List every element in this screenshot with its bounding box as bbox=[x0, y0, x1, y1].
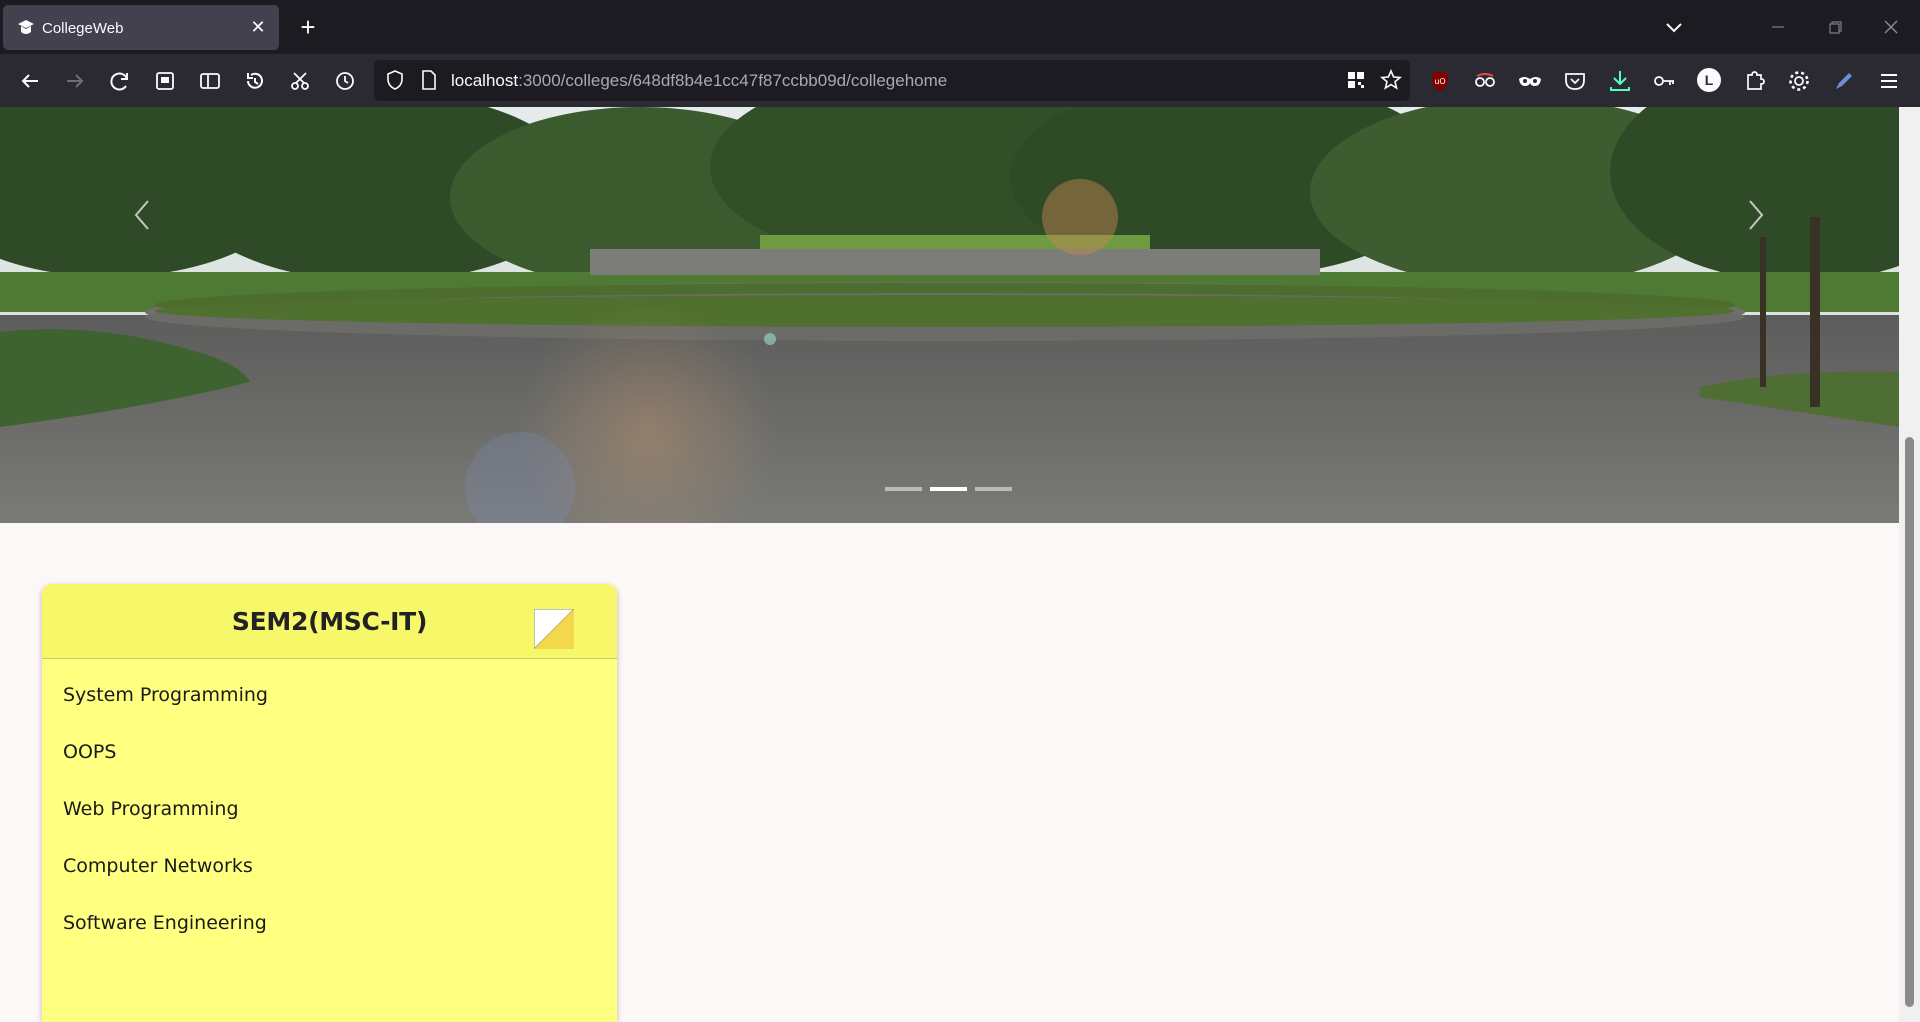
extensions-puzzle-icon[interactable] bbox=[1740, 67, 1768, 95]
campus-slide-image bbox=[0, 107, 1899, 523]
url-path: :3000/colleges/648df8b4e1cc47f87ccbb09d/… bbox=[518, 71, 948, 90]
url-bar[interactable]: localhost:3000/colleges/648df8b4e1cc47f8… bbox=[374, 60, 1410, 101]
subject-item[interactable]: System Programming bbox=[63, 684, 268, 741]
mask-icon[interactable] bbox=[1516, 67, 1544, 95]
close-window-icon[interactable] bbox=[1878, 14, 1904, 40]
key-icon[interactable] bbox=[1650, 67, 1678, 95]
svg-text:uO: uO bbox=[1434, 77, 1445, 86]
star-icon[interactable] bbox=[1380, 69, 1402, 91]
screenshot-icon[interactable] bbox=[151, 67, 179, 95]
image-carousel[interactable] bbox=[0, 107, 1899, 523]
page-content: SEM2(MSC-IT) System Programming OOPS Web… bbox=[0, 107, 1899, 1022]
history-icon[interactable] bbox=[241, 67, 269, 95]
restore-icon[interactable] bbox=[1822, 14, 1848, 40]
menu-icon[interactable] bbox=[1875, 67, 1903, 95]
minimize-icon[interactable] bbox=[1765, 14, 1791, 40]
subject-list: System Programming OOPS Web Programming … bbox=[63, 684, 268, 969]
page-icon[interactable] bbox=[418, 69, 440, 91]
sidebar-icon[interactable] bbox=[196, 67, 224, 95]
card-header: SEM2(MSC-IT) bbox=[42, 584, 617, 659]
shield-icon[interactable] bbox=[384, 69, 406, 91]
tab-strip: CollegeWeb ✕ + bbox=[0, 0, 1920, 54]
active-tab[interactable]: CollegeWeb ✕ bbox=[3, 5, 279, 50]
subject-item[interactable]: Computer Networks bbox=[63, 855, 268, 912]
account-avatar[interactable]: L bbox=[1697, 68, 1721, 92]
url-host: localhost bbox=[451, 71, 519, 90]
back-icon[interactable] bbox=[16, 67, 44, 95]
chevron-down-icon[interactable] bbox=[1660, 16, 1688, 40]
gear-icon[interactable] bbox=[1785, 67, 1813, 95]
carousel-next-icon[interactable] bbox=[1744, 197, 1768, 233]
pen-icon[interactable] bbox=[1830, 67, 1858, 95]
carousel-indicator-2[interactable] bbox=[930, 487, 967, 491]
subject-item[interactable]: Software Engineering bbox=[63, 912, 268, 969]
carousel-indicators bbox=[885, 487, 1012, 493]
reload-icon[interactable] bbox=[106, 67, 134, 95]
pocket-icon[interactable] bbox=[1561, 67, 1589, 95]
college-favicon-icon bbox=[18, 20, 34, 34]
new-tab-button[interactable]: + bbox=[294, 14, 322, 42]
spy-glasses-icon[interactable] bbox=[1471, 67, 1499, 95]
navigation-toolbar: localhost:3000/colleges/648df8b4e1cc47f8… bbox=[0, 54, 1920, 107]
tab-title: CollegeWeb bbox=[42, 20, 124, 37]
page-scrollbar[interactable] bbox=[1899, 107, 1920, 1022]
card-title: SEM2(MSC-IT) bbox=[231, 607, 428, 636]
clock-icon[interactable] bbox=[331, 67, 359, 95]
carousel-indicator-1[interactable] bbox=[885, 487, 922, 491]
tab-close-icon[interactable]: ✕ bbox=[247, 16, 269, 38]
ublock-icon[interactable]: uO bbox=[1426, 67, 1454, 95]
subject-item[interactable]: Web Programming bbox=[63, 798, 268, 855]
page-curl-corner-icon bbox=[534, 609, 574, 649]
subject-item[interactable]: OOPS bbox=[63, 741, 268, 798]
download-icon[interactable] bbox=[1606, 67, 1634, 95]
carousel-prev-icon[interactable] bbox=[130, 197, 154, 233]
scrollbar-thumb[interactable] bbox=[1905, 437, 1914, 1007]
semester-card[interactable]: SEM2(MSC-IT) System Programming OOPS Web… bbox=[42, 584, 617, 1022]
scissors-icon[interactable] bbox=[286, 67, 314, 95]
url-text[interactable]: localhost:3000/colleges/648df8b4e1cc47f8… bbox=[451, 71, 947, 91]
carousel-indicator-3[interactable] bbox=[975, 487, 1012, 491]
qr-code-icon[interactable] bbox=[1345, 69, 1367, 91]
forward-icon[interactable] bbox=[61, 67, 89, 95]
